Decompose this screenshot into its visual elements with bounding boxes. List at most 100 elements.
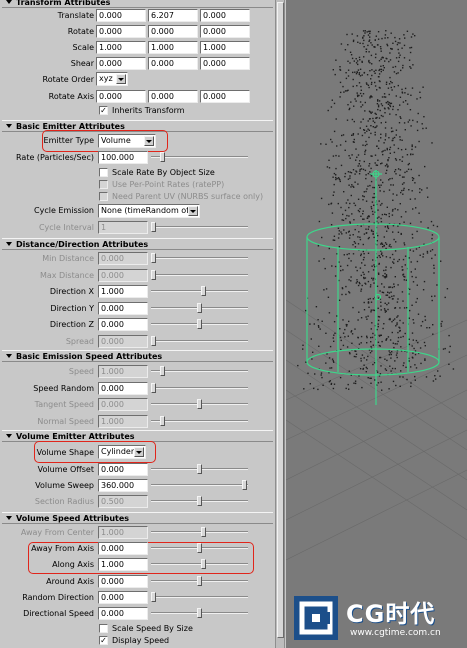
slider-knob[interactable] <box>160 366 165 376</box>
slider-knob[interactable] <box>201 286 206 296</box>
tangent-speed-slider[interactable] <box>151 397 248 411</box>
max-distance-field[interactable]: 0.000 <box>98 268 148 282</box>
speed-random-field[interactable]: 0.000 <box>98 381 148 395</box>
rate-slider[interactable] <box>151 150 248 164</box>
particle <box>373 362 376 364</box>
volume-offset-slider[interactable] <box>151 462 248 476</box>
rotate-y-field[interactable]: 0.000 <box>148 25 198 38</box>
cycle-interval-slider[interactable] <box>151 220 248 234</box>
section-distance-direction-attributes[interactable]: Distance/Direction Attributes <box>2 238 273 250</box>
direction-z-field[interactable]: 0.000 <box>98 318 148 331</box>
volume-offset-field[interactable]: 0.000 <box>98 463 148 476</box>
shear-z-field[interactable]: 0.000 <box>200 57 250 70</box>
shear-y-field[interactable]: 0.000 <box>148 57 198 70</box>
slider-knob[interactable] <box>201 527 206 537</box>
per-point-rates-checkbox[interactable]: Use Per-Point Rates (ratePP) <box>99 179 224 191</box>
slider-knob[interactable] <box>242 480 247 490</box>
slider-knob[interactable] <box>197 399 202 409</box>
rotate-order-dropdown[interactable]: xyz <box>96 72 128 86</box>
shear-x-field[interactable]: 0.000 <box>96 57 146 70</box>
rotate-axis-x-field[interactable]: 0.000 <box>96 90 146 103</box>
spread-slider[interactable] <box>151 334 248 348</box>
particle <box>382 57 384 59</box>
spread-field[interactable]: 0.000 <box>98 334 148 348</box>
rate-field[interactable]: 100.000 <box>98 151 148 164</box>
section-volume-speed-attributes[interactable]: Volume Speed Attributes <box>2 512 273 524</box>
min-distance-slider[interactable] <box>151 251 248 265</box>
speed-field[interactable]: 1.000 <box>98 365 148 378</box>
along-axis-field[interactable]: 1.000 <box>98 558 148 572</box>
along-axis-slider[interactable] <box>151 557 248 571</box>
slider-knob[interactable] <box>201 559 206 570</box>
slider-knob[interactable] <box>160 415 165 426</box>
around-axis-slider[interactable] <box>151 574 248 588</box>
directional-speed-field[interactable]: 0.000 <box>98 607 148 620</box>
rotate-axis-y-field[interactable]: 0.000 <box>148 90 198 103</box>
slider-knob[interactable] <box>151 253 156 263</box>
normal-speed-slider[interactable] <box>151 414 248 428</box>
inherits-transform-checkbox[interactable]: ✓ Inherits Transform <box>99 105 185 117</box>
scale-y-field[interactable]: 1.000 <box>148 41 198 54</box>
random-direction-field[interactable]: 0.000 <box>98 590 148 604</box>
direction-z-slider[interactable] <box>151 317 248 331</box>
slider-knob[interactable] <box>197 608 202 618</box>
around-axis-field[interactable]: 0.000 <box>98 574 148 588</box>
scale-z-field[interactable]: 1.000 <box>200 41 250 54</box>
rotate-axis-z-field[interactable]: 0.000 <box>200 90 250 103</box>
volume-sweep-slider[interactable] <box>151 478 248 492</box>
random-direction-slider[interactable] <box>151 590 248 604</box>
3d-viewport[interactable] <box>286 0 467 648</box>
particle <box>366 130 368 132</box>
cycle-emission-dropdown[interactable]: None (timeRandom off) <box>98 204 200 218</box>
slider-knob[interactable] <box>160 152 165 162</box>
direction-y-slider[interactable] <box>151 301 248 315</box>
slider-knob[interactable] <box>151 335 156 346</box>
normal-speed-field[interactable]: 1.000 <box>98 414 148 428</box>
directional-speed-slider[interactable] <box>151 606 248 620</box>
translate-z-field[interactable]: 0.000 <box>200 9 250 22</box>
rotate-x-field[interactable]: 0.000 <box>96 25 146 38</box>
away-from-axis-field[interactable]: 0.000 <box>98 542 148 556</box>
scale-x-field[interactable]: 1.000 <box>96 41 146 54</box>
need-parent-uv-checkbox[interactable]: Need Parent UV (NURBS surface only) <box>99 191 263 203</box>
away-from-axis-slider[interactable] <box>151 541 248 555</box>
slider-knob[interactable] <box>197 496 202 506</box>
slider-knob[interactable] <box>197 319 202 329</box>
direction-y-field[interactable]: 0.000 <box>98 301 148 315</box>
max-distance-slider[interactable] <box>151 268 248 282</box>
tangent-speed-field[interactable]: 0.000 <box>98 398 148 411</box>
vertical-scrollbar[interactable] <box>275 0 285 648</box>
section-transform-attributes[interactable]: Transform Attributes <box>2 0 273 8</box>
min-distance-field[interactable]: 0.000 <box>98 252 148 265</box>
display-speed-checkbox[interactable]: ✓ Display Speed <box>99 635 169 647</box>
speed-random-slider[interactable] <box>151 381 248 395</box>
translate-y-field[interactable]: 6.207 <box>148 9 198 22</box>
away-from-center-field[interactable]: 1.000 <box>98 526 148 539</box>
particle <box>393 295 395 297</box>
slider-knob[interactable] <box>197 543 202 554</box>
rotate-z-field[interactable]: 0.000 <box>200 25 250 38</box>
slider-knob[interactable] <box>197 302 202 313</box>
slider-knob[interactable] <box>151 269 156 280</box>
direction-x-field[interactable]: 1.000 <box>98 285 148 298</box>
translate-x-field[interactable]: 0.000 <box>96 9 146 22</box>
slider-knob[interactable] <box>151 591 156 602</box>
scrollbar-thumb[interactable] <box>277 2 284 638</box>
slider-knob[interactable] <box>151 222 156 232</box>
section-basic-emission-speed-attributes[interactable]: Basic Emission Speed Attributes <box>2 350 273 362</box>
section-radius-field[interactable]: 0.500 <box>98 495 148 508</box>
cycle-interval-field[interactable]: 1 <box>98 221 148 234</box>
slider-knob[interactable] <box>197 464 202 474</box>
particle <box>402 67 404 69</box>
particle <box>378 335 381 337</box>
speed-slider[interactable] <box>151 364 248 378</box>
section-radius-slider[interactable] <box>151 494 248 508</box>
slider-knob[interactable] <box>197 575 202 586</box>
away-from-center-slider[interactable] <box>151 525 248 539</box>
volume-sweep-field[interactable]: 360.000 <box>98 479 148 492</box>
slider-knob[interactable] <box>151 382 156 393</box>
scale-speed-checkbox[interactable]: Scale Speed By Size <box>99 623 193 635</box>
direction-x-slider[interactable] <box>151 284 248 298</box>
particle <box>365 371 367 373</box>
scale-rate-checkbox[interactable]: Scale Rate By Object Size <box>99 167 215 179</box>
